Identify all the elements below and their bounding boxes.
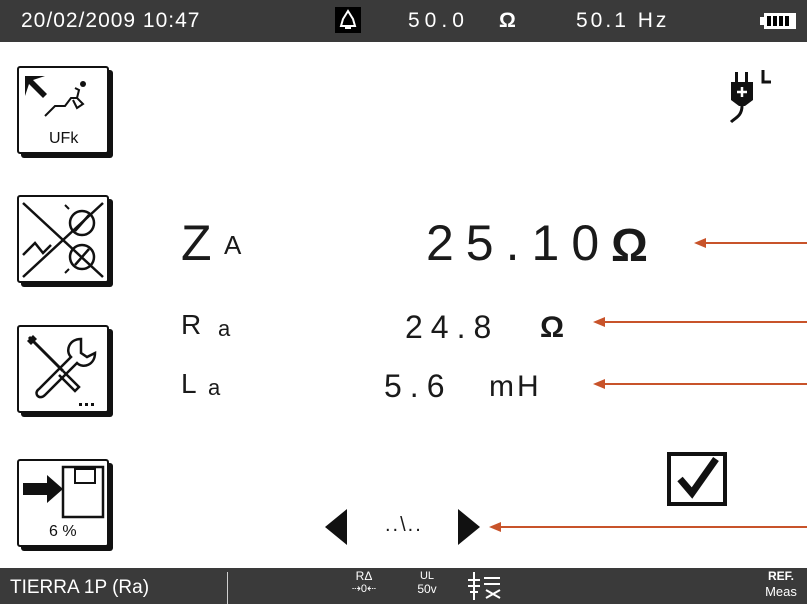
ufk-label: UFk: [49, 130, 79, 147]
meas-label: Meas: [765, 584, 797, 599]
memory-save-button[interactable]: 6 %: [17, 459, 109, 547]
la-value: 5.6: [384, 368, 453, 404]
impedance-readout: 50.0: [408, 9, 469, 32]
bell-icon: [334, 6, 362, 34]
za-value: 25.10: [426, 215, 612, 271]
za-unit: Ω: [611, 219, 648, 271]
ra-check-top: RΔ: [355, 569, 373, 583]
save-to-memory-icon: [23, 465, 105, 519]
impedance-unit: Ω: [499, 9, 517, 32]
touch-voltage-icon: [25, 76, 86, 117]
battery-icon: [760, 12, 798, 30]
nav-pointer-line: [499, 526, 807, 528]
la-pointer-line: [603, 383, 807, 385]
ra-subscript: a: [218, 316, 231, 341]
check-icon: [666, 451, 728, 507]
prev-page-arrow[interactable]: [323, 507, 349, 547]
ra-unit: Ω: [540, 311, 565, 344]
mode-label: TIERRA 1P (Ra): [10, 577, 150, 598]
la-unit: mH: [489, 370, 542, 403]
ra-check-bottom: ⇢0⇠: [351, 583, 377, 595]
wrench-screwdriver-icon: [27, 335, 97, 406]
za-subscript: A: [224, 230, 242, 260]
ref-label: REF.: [767, 569, 794, 583]
tools-button[interactable]: [17, 325, 109, 413]
date-time: 20/02/2009 10:47: [21, 9, 201, 32]
la-subscript: a: [208, 375, 221, 400]
za-label: Z: [181, 215, 212, 271]
ul-limit-icon[interactable]: UL 50v: [414, 570, 440, 604]
status-bar: 20/02/2009 10:47 50.0 Ω 50.1 Hz: [0, 0, 807, 42]
ra-value: 24.8: [405, 309, 500, 345]
probe-compensation-button[interactable]: [17, 195, 109, 283]
la-label: L: [181, 368, 197, 399]
ra-label: R: [181, 309, 202, 340]
memory-percent: 6 %: [49, 523, 77, 540]
ufk-button[interactable]: UFk: [17, 66, 109, 154]
next-page-arrow[interactable]: [456, 507, 482, 547]
earth-electrode-icon[interactable]: [464, 570, 504, 604]
ul-limit-bottom: 50v: [417, 582, 437, 596]
ra-check-icon[interactable]: RΔ ⇢0⇠: [351, 570, 377, 604]
probe-plug-icon: [727, 66, 771, 128]
frequency-readout: 50.1 Hz: [576, 9, 670, 32]
za-pointer-line: [704, 242, 807, 244]
page-indicator: ..\..: [385, 514, 423, 536]
ra-pointer-line: [603, 321, 807, 323]
divider: [227, 572, 228, 604]
ref-meas-button[interactable]: REF. Meas: [758, 569, 804, 603]
bottom-bar: TIERRA 1P (Ra) RΔ ⇢0⇠ UL 50v REF. Meas: [0, 568, 807, 604]
probe-cut-icon: [22, 202, 104, 278]
